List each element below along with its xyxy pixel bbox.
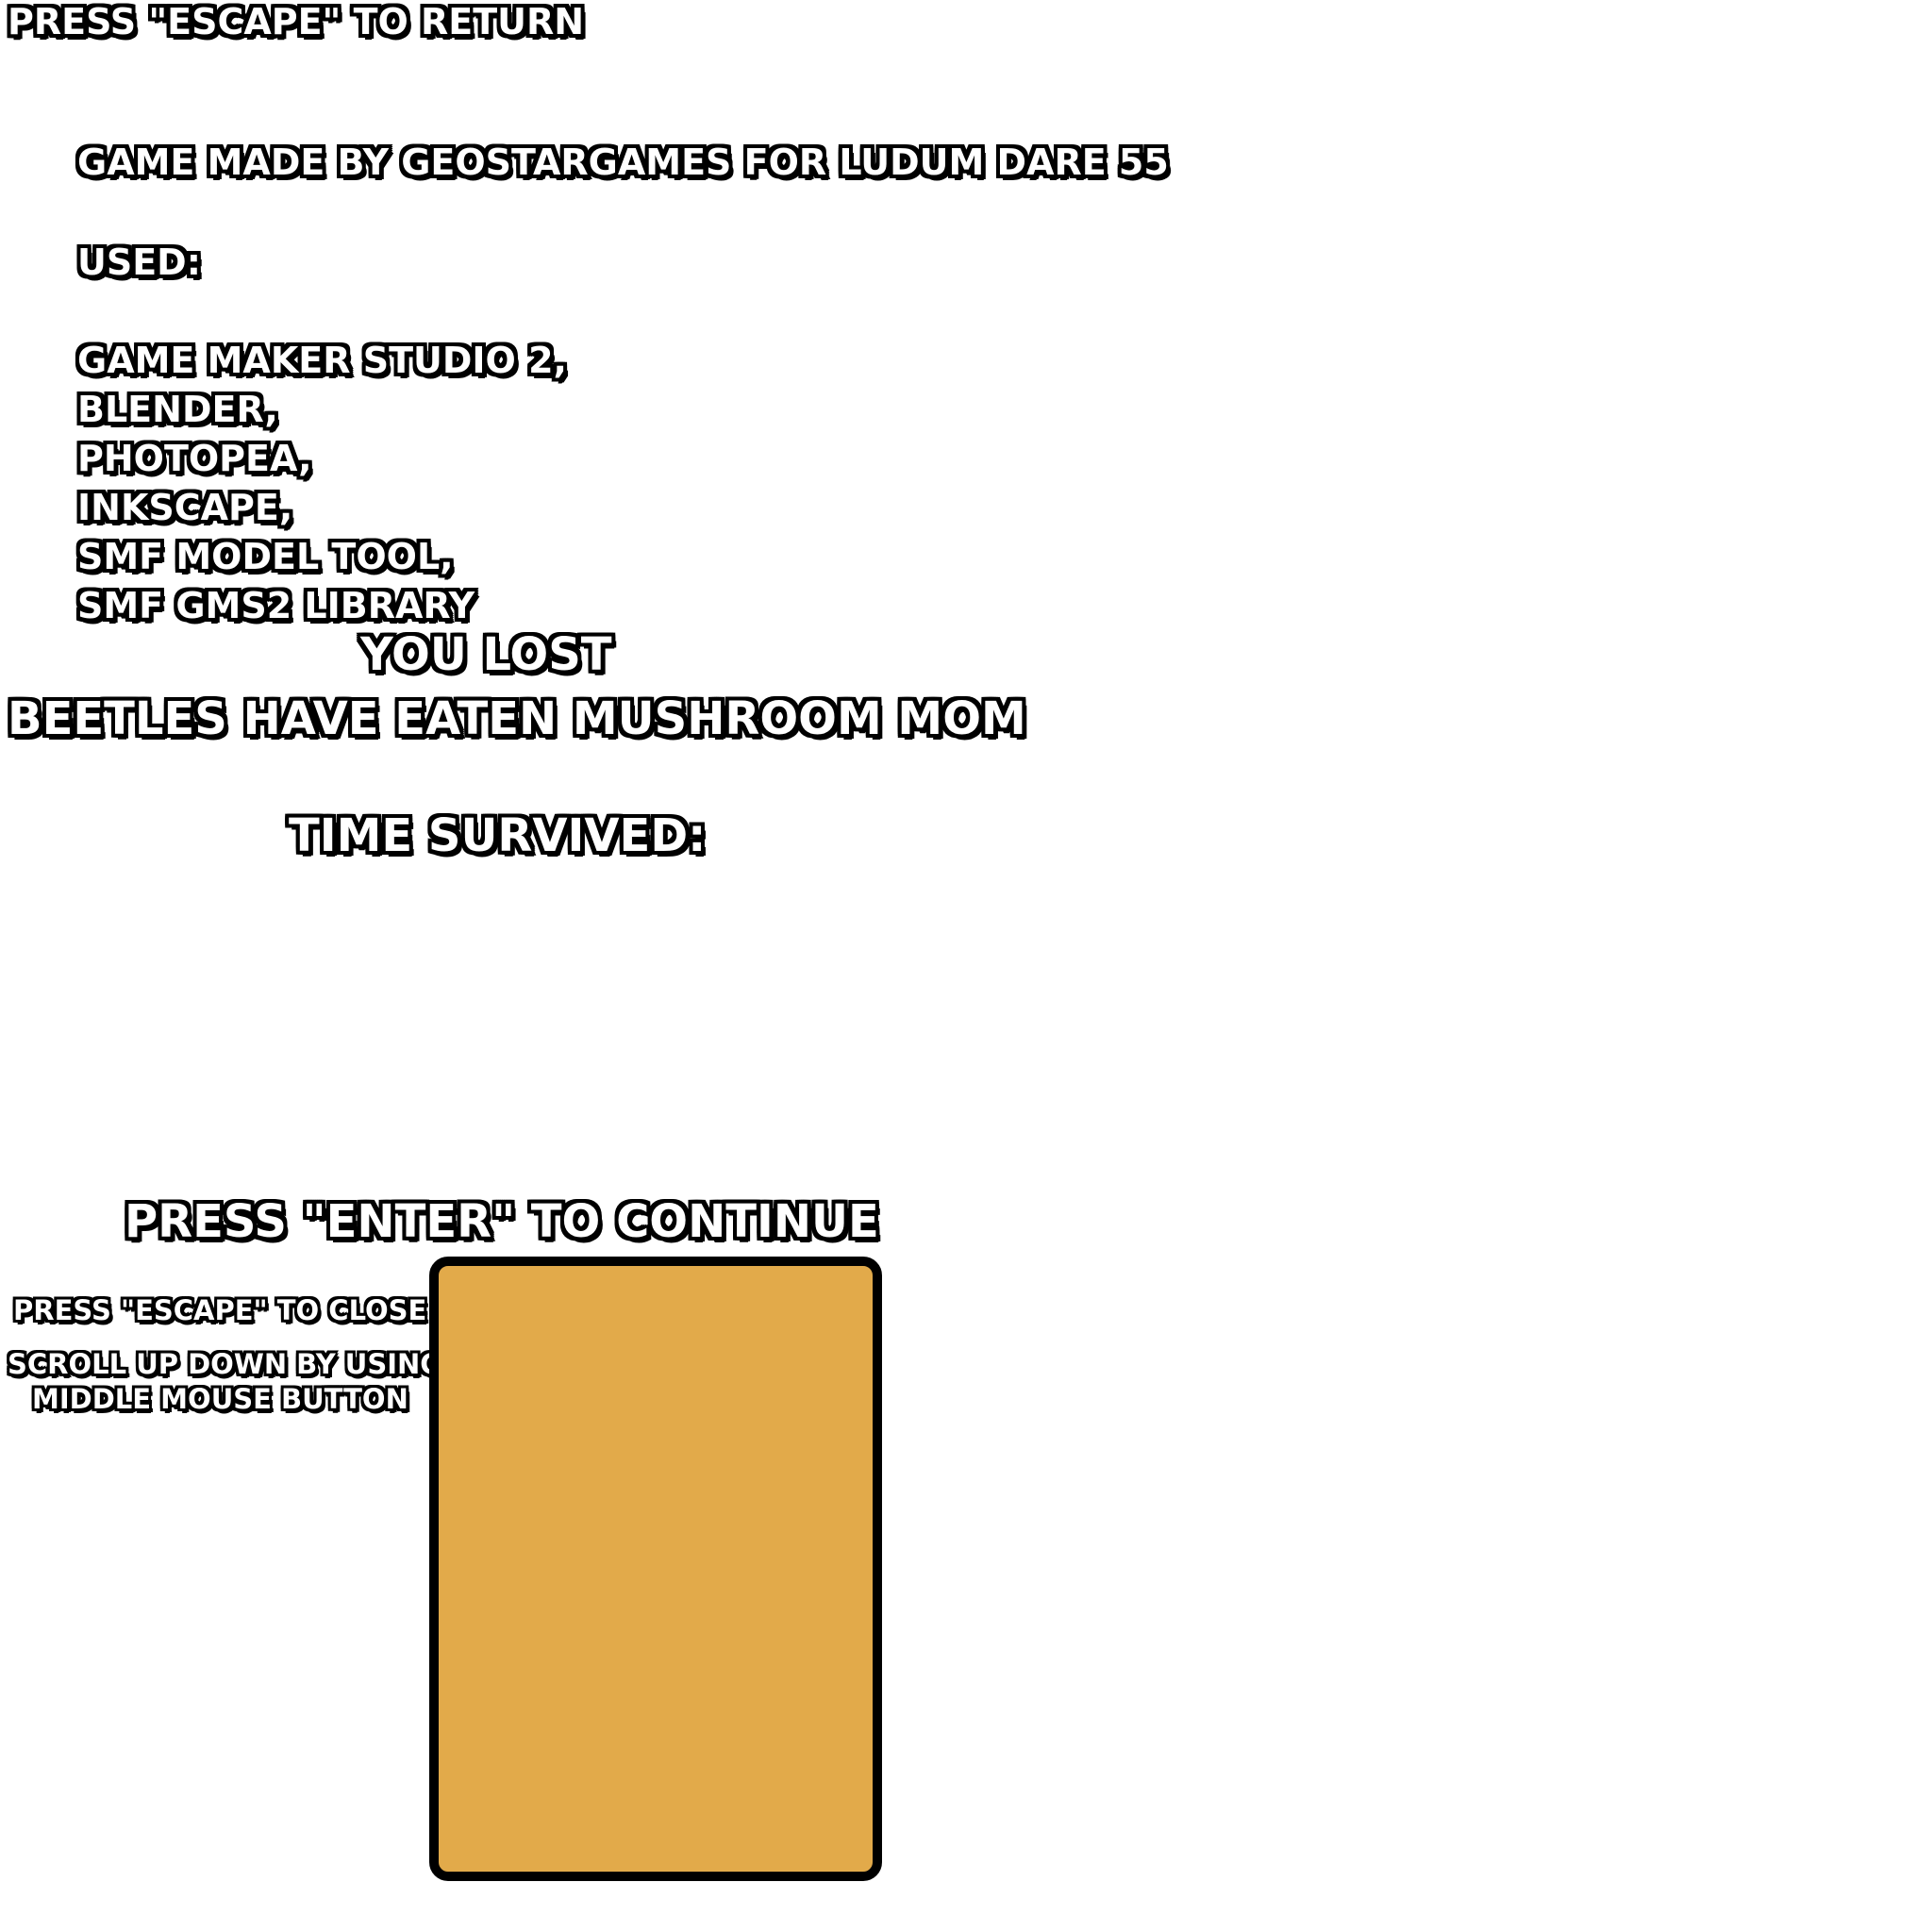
tool-list-item: SMF MODEL TOOL, <box>77 536 454 577</box>
time-survived-label: TIME SURVIVED: <box>289 809 707 862</box>
scroll-hint-line2: MIDDLE MOUSE BUTTON <box>32 1383 408 1415</box>
game-over-heading: YOU LOST <box>360 628 612 681</box>
scroll-panel[interactable] <box>429 1257 882 1881</box>
tool-list-item: SMF GMS2 LIBRARY <box>77 585 475 626</box>
scroll-hint-line1: SCROLL UP DOWN BY USING <box>8 1348 443 1380</box>
game-over-reason: BEETLES HAVE EATEN MUSHROOM MOM <box>8 692 1026 745</box>
game-screen: PRESS "ESCAPE" TO RETURN GAME MADE BY GE… <box>0 0 1932 1932</box>
tool-list-item: INKSCAPE, <box>77 487 293 528</box>
tool-list-item: BLENDER, <box>77 389 278 430</box>
escape-close-hint: PRESS "ESCAPE" TO CLOSE <box>13 1294 427 1326</box>
escape-return-hint: PRESS "ESCAPE" TO RETURN <box>8 1 585 42</box>
continue-hint: PRESS "ENTER" TO CONTINUE <box>125 1195 879 1248</box>
tool-list-item: GAME MAKER STUDIO 2, <box>77 340 567 381</box>
credits-title: GAME MADE BY GEOSTARGAMES FOR LUDUM DARE… <box>77 142 1169 183</box>
used-tools-label: USED: <box>77 242 201 283</box>
tool-list-item: PHOTOPEA, <box>77 438 312 479</box>
